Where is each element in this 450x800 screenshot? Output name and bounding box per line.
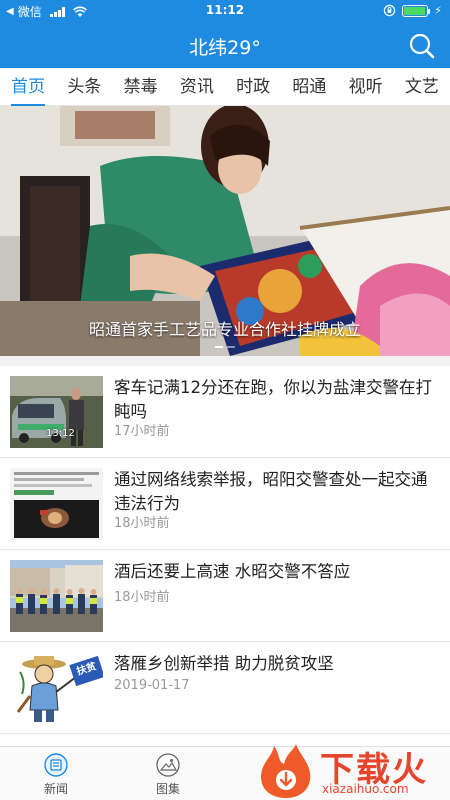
tab-4[interactable]: 时政 (234, 68, 272, 106)
news-time: 18小时前 (114, 516, 170, 531)
rotation-lock-icon (384, 4, 396, 17)
tab-1[interactable]: 头条 (65, 68, 103, 106)
tab-2[interactable]: 禁毒 (122, 68, 160, 106)
news-item[interactable]: 13:12 客车记满12分还在跑，你以为盐津交警在打盹吗 17小时前 (0, 366, 450, 458)
nav-gallery[interactable]: 图集 (138, 753, 198, 797)
nav-label: 新闻 (43, 782, 68, 796)
news-thumbnail (10, 468, 103, 540)
news-item[interactable]: 通过网络线索举报，昭阳交警查处一起交通违法行为 18小时前 (0, 458, 450, 550)
banner-dot[interactable] (227, 346, 235, 348)
nav-news[interactable]: 新闻 (26, 753, 86, 797)
news-title: 酒后还要上高速 水昭交警不答应 (114, 562, 351, 581)
charging-icon: ⚡ (434, 4, 442, 17)
tab-3[interactable]: 资讯 (178, 68, 216, 106)
category-tabs: 首页 头条 禁毒 资讯 时政 昭通 视听 文艺 (0, 68, 450, 106)
section-divider (0, 356, 450, 366)
flame-logo-icon (261, 744, 311, 798)
news-time: 18小时前 (114, 590, 170, 605)
search-icon[interactable] (408, 32, 436, 60)
banner-caption: 昭通首家手工艺品专业合作社挂牌成立 (88, 320, 361, 339)
news-item[interactable]: 扶贫 落雁乡创新举措 助力脱贫攻坚 2019-01-17 (0, 642, 450, 734)
news-time: 2019-01-17 (114, 678, 190, 693)
thumbnail-timestamp: 13:12 (46, 428, 75, 439)
news-thumbnail (10, 560, 103, 632)
featured-banner[interactable]: 昭通首家手工艺品专业合作社挂牌成立 (0, 106, 450, 356)
news-time: 17小时前 (114, 424, 170, 439)
news-list: 13:12 客车记满12分还在跑，你以为盐津交警在打盹吗 17小时前 通过网络线… (0, 366, 450, 734)
newspaper-icon (44, 753, 68, 777)
gallery-icon (156, 753, 180, 777)
news-title: 客车记满12分还在跑，你以为盐津交警在打盹吗 (114, 378, 432, 421)
tab-0[interactable]: 首页 (9, 68, 47, 106)
news-title: 通过网络线索举报，昭阳交警查处一起交通违法行为 (114, 470, 428, 513)
title-bar: 北纬29° (0, 22, 450, 68)
banner-dot[interactable] (215, 346, 223, 348)
status-right: ⚡ (383, 4, 442, 17)
app-header: ◀ 微信 11:12 ⚡ 北纬29° (0, 0, 450, 68)
battery-fill (404, 6, 426, 15)
tab-5[interactable]: 昭通 (290, 68, 328, 106)
watermark-url: xiazaihuo.com (322, 782, 409, 796)
battery-icon (402, 4, 431, 17)
tab-6[interactable]: 视听 (347, 68, 385, 106)
watermark: 下载火 xiazaihuo.com (256, 742, 446, 800)
banner-pagination (0, 346, 450, 348)
news-item[interactable]: 酒后还要上高速 水昭交警不答应 18小时前 (0, 550, 450, 642)
status-bar: ◀ 微信 11:12 ⚡ (0, 0, 450, 22)
page-title: 北纬29° (189, 37, 261, 59)
news-title: 落雁乡创新举措 助力脱贫攻坚 (114, 654, 334, 673)
nav-label: 图集 (155, 782, 180, 796)
tab-7[interactable]: 文艺 (403, 68, 441, 106)
news-thumbnail: 13:12 (10, 376, 103, 448)
news-thumbnail: 扶贫 (10, 652, 103, 724)
